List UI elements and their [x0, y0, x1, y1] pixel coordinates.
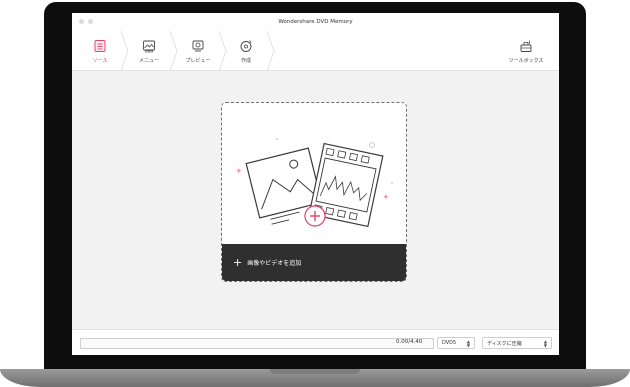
toolbox-icon	[520, 40, 532, 52]
step-source[interactable]: ソース	[78, 31, 122, 71]
toolbox-label: ツールボックス	[508, 57, 544, 64]
laptop-notch	[270, 369, 360, 374]
step-burn[interactable]: 作成	[224, 31, 268, 71]
step-preview[interactable]: プレビュー	[176, 31, 220, 71]
window-title: Wondershare DVD Memory	[278, 19, 353, 25]
minimize-window-button[interactable]	[88, 19, 93, 24]
add-media-button[interactable]: + 画像やビデオを追加	[222, 244, 406, 281]
laptop-stage: Wondershare DVD Memory ソース メニュー プレビュー 作成…	[0, 0, 630, 387]
toolbox-button[interactable]: ツールボックス	[501, 31, 551, 71]
step-label: 作成	[240, 57, 251, 64]
capacity-text: 0.00/4.40	[396, 339, 423, 345]
menu-template-icon	[143, 40, 155, 52]
disc-type-select[interactable]: DVD5 ▲ ▼	[437, 337, 475, 349]
disc-capacity-bar	[80, 338, 434, 349]
preview-icon	[192, 40, 204, 51]
updown-arrows-icon: ▲ ▼	[543, 339, 547, 348]
step-label: メニュー	[138, 57, 159, 64]
step-toolbar: ソース メニュー プレビュー 作成 ツールボックス	[72, 31, 559, 71]
media-drop-zone[interactable]: + + + 画像やビデオを追加	[221, 102, 407, 282]
disc-type-value: DVD5	[442, 340, 457, 346]
chevron-right-icon	[266, 31, 275, 71]
updown-arrows-icon: ▲ ▼	[466, 339, 470, 348]
source-icon	[94, 39, 106, 52]
output-mode-value: ディスクに圧縮	[487, 340, 522, 347]
add-media-label: 画像やビデオを追加	[247, 260, 302, 267]
window-controls[interactable]	[79, 19, 93, 24]
output-mode-select[interactable]: ディスクに圧縮 ▲ ▼	[482, 337, 552, 349]
step-menu[interactable]: メニュー	[127, 31, 171, 71]
title-bar: Wondershare DVD Memory	[72, 13, 559, 31]
photo-video-illustration-icon: + +	[236, 138, 393, 228]
step-label: ソース	[92, 57, 108, 64]
close-window-button[interactable]	[79, 19, 84, 24]
app-window: Wondershare DVD Memory ソース メニュー プレビュー 作成…	[72, 13, 559, 355]
svg-text:+: +	[236, 167, 242, 175]
svg-text:+: +	[383, 193, 389, 201]
burn-disc-icon	[240, 39, 252, 52]
status-bar: 0.00/4.40 DVD5 ▲ ▼ ディスクに圧縮 ▲ ▼	[72, 329, 559, 355]
plus-icon: +	[233, 256, 243, 269]
step-label: プレビュー	[185, 57, 211, 64]
